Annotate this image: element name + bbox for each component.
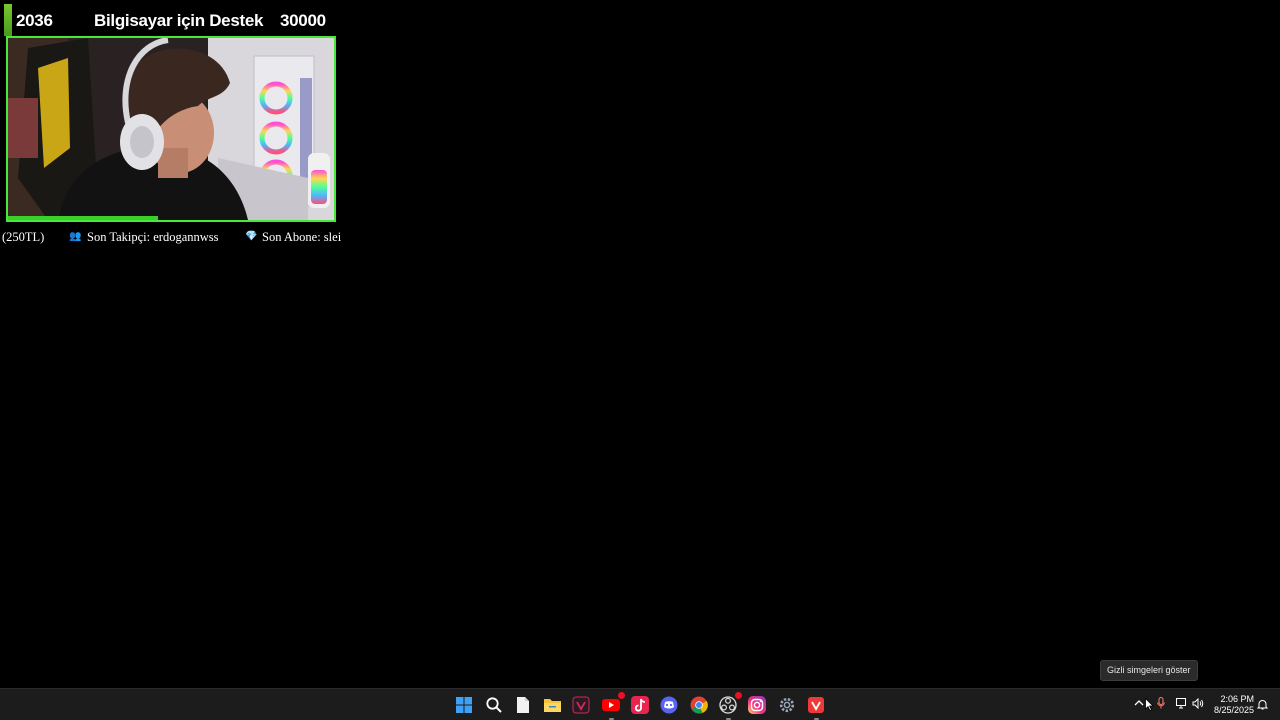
donation-goal-bar: 2036 Bilgisayar için Destek 30000 bbox=[0, 4, 342, 36]
chevron-up-icon[interactable] bbox=[1134, 698, 1144, 708]
clock-time: 2:06 PM bbox=[1220, 694, 1254, 704]
search-button[interactable] bbox=[483, 694, 505, 716]
youtube-icon bbox=[602, 699, 620, 711]
document-icon bbox=[517, 697, 529, 713]
instagram-icon bbox=[748, 696, 766, 714]
settings-app[interactable] bbox=[776, 694, 798, 716]
taskbar-clock[interactable]: 2:06 PM 8/25/2025 bbox=[1210, 694, 1254, 716]
discord-icon bbox=[660, 696, 678, 714]
goal-target-amount: 30000 bbox=[280, 11, 326, 30]
start-button[interactable] bbox=[453, 694, 475, 716]
obs-app[interactable] bbox=[717, 692, 742, 720]
search-icon bbox=[486, 697, 502, 713]
youtube-app[interactable] bbox=[600, 692, 625, 720]
clock-date: 8/25/2025 bbox=[1213, 705, 1254, 715]
goal-progress-fill bbox=[4, 4, 12, 36]
recording-badge bbox=[735, 692, 742, 699]
file-explorer-app[interactable] bbox=[541, 694, 563, 716]
goal-current-amount: 2036 bbox=[16, 11, 53, 30]
windows-icon bbox=[456, 697, 472, 713]
chrome-app[interactable] bbox=[688, 694, 710, 716]
show-hidden-icons-tooltip: Gizli simgeleri göster bbox=[1100, 660, 1198, 681]
folder-icon bbox=[543, 699, 561, 712]
network-icon[interactable] bbox=[1176, 698, 1188, 709]
tiktok-app[interactable] bbox=[629, 694, 651, 716]
vivaldi-red-app[interactable] bbox=[805, 694, 827, 720]
taskbar: 2:06 PM 8/25/2025 bbox=[0, 688, 1280, 720]
notepad-app[interactable] bbox=[512, 694, 534, 716]
obs-icon bbox=[719, 696, 737, 714]
ticker-last-subscriber: Son Abone: slei bbox=[262, 230, 342, 244]
webcam-image bbox=[8, 38, 334, 220]
volume-icon[interactable] bbox=[1192, 698, 1204, 709]
gem-icon: 💎 bbox=[245, 231, 258, 242]
vivaldi-app[interactable] bbox=[570, 694, 592, 716]
microphone-icon[interactable] bbox=[1157, 697, 1165, 709]
chrome-icon bbox=[690, 696, 708, 714]
tiktok-icon bbox=[631, 696, 649, 714]
instagram-app[interactable] bbox=[746, 694, 768, 716]
notification-icon[interactable] bbox=[1257, 699, 1268, 710]
people-icon: 👥 bbox=[69, 231, 82, 242]
ticker-last-follower: Son Takipçi: erdogannwss bbox=[87, 230, 219, 244]
ticker-donation-amount: (250TL) bbox=[2, 230, 45, 244]
goal-title: Bilgisayar için Destek bbox=[94, 11, 264, 30]
notification-badge bbox=[618, 692, 625, 699]
vivaldi-icon bbox=[808, 697, 824, 713]
gear-icon bbox=[779, 697, 795, 713]
discord-app[interactable] bbox=[658, 694, 680, 716]
overlay-ticker: (250TL) 👥 Son Takipçi: erdogannwss 💎 Son… bbox=[0, 228, 342, 246]
webcam-feed bbox=[6, 36, 336, 222]
vivaldi-icon bbox=[572, 696, 590, 714]
mouse-cursor-icon bbox=[1145, 698, 1154, 711]
